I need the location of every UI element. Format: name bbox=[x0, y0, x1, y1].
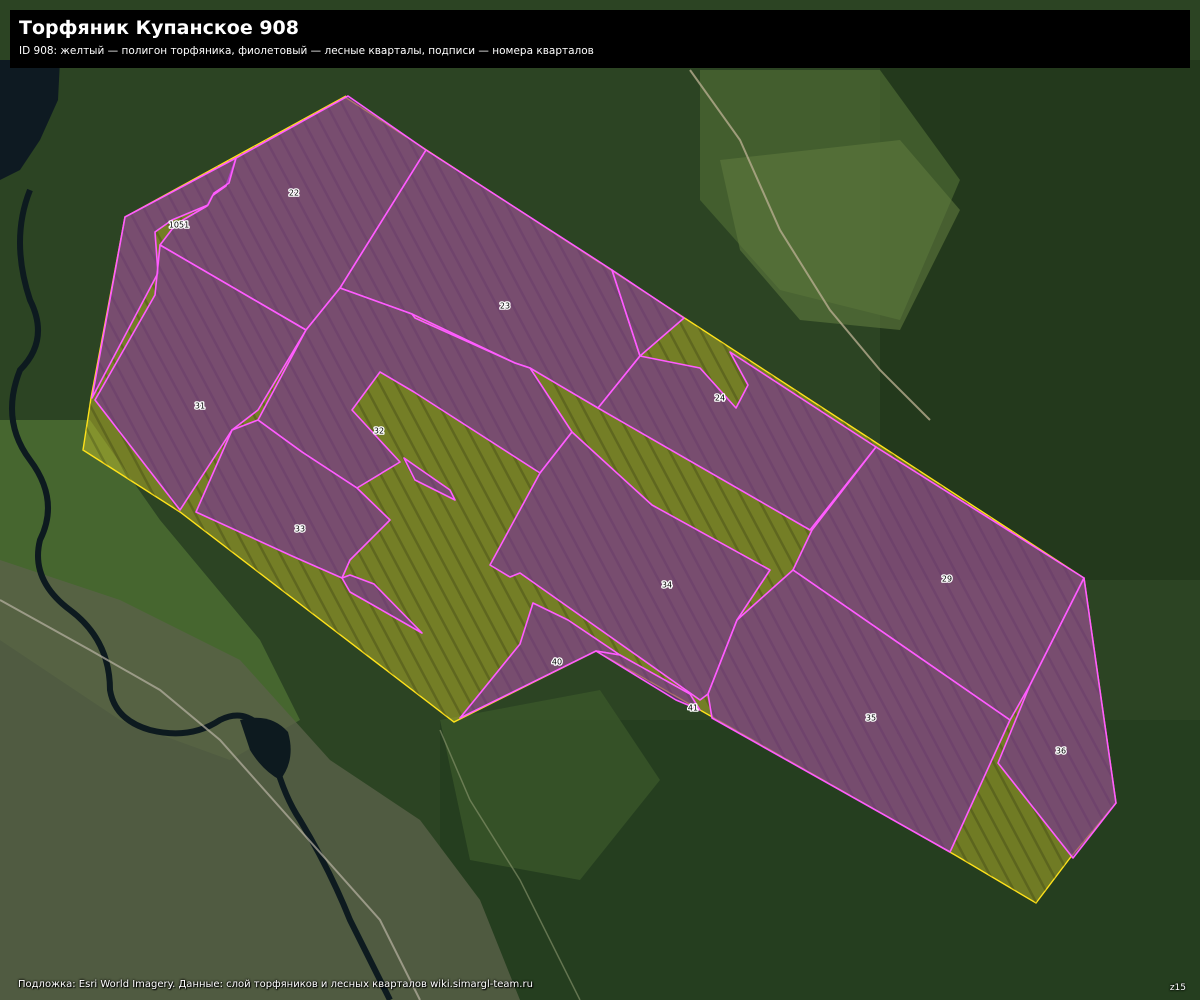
zoom-level: z15 bbox=[1169, 983, 1186, 993]
quarter-label-33: 33 bbox=[295, 525, 305, 534]
quarter-label-1051: 1051 bbox=[169, 221, 189, 230]
quarter-label-32: 32 bbox=[374, 427, 384, 436]
quarter-label-24: 24 bbox=[715, 394, 725, 403]
map-title: Торфяник Купанское 908 bbox=[19, 17, 299, 39]
quarter-label-41: 41 bbox=[688, 704, 698, 713]
quarter-label-34: 34 bbox=[662, 581, 672, 590]
map-header: Торфяник Купанское 908 ID 908: желтый — … bbox=[10, 10, 1190, 68]
quarter-label-31: 31 bbox=[195, 402, 205, 411]
satellite-map[interactable]: 1051 22 23 24 29 31 32 33 34 35 36 40 41 bbox=[0, 0, 1200, 1000]
quarter-label-22: 22 bbox=[289, 189, 299, 198]
quarter-label-23: 23 bbox=[500, 302, 510, 311]
quarter-label-29: 29 bbox=[942, 575, 952, 584]
attribution-text: Подложка: Esri World Imagery. Данные: сл… bbox=[18, 979, 533, 990]
quarter-label-40: 40 bbox=[552, 658, 562, 667]
quarter-label-35: 35 bbox=[866, 714, 876, 723]
map-legend-subtitle: ID 908: желтый — полигон торфяника, фиол… bbox=[19, 45, 594, 57]
quarter-label-36: 36 bbox=[1056, 747, 1066, 756]
